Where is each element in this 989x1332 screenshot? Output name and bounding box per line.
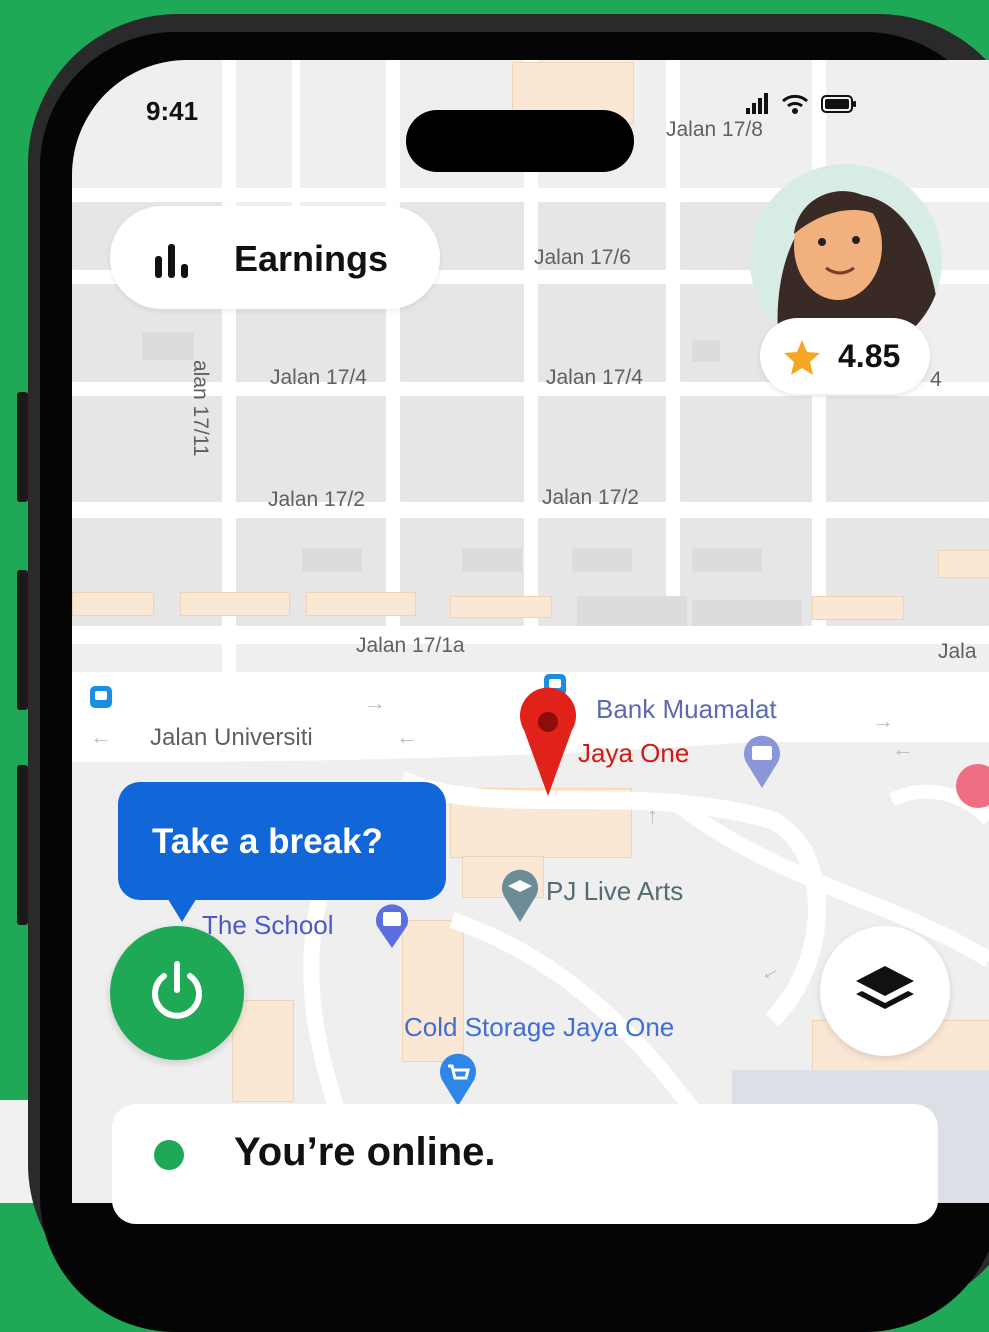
poi-label-school[interactable]: The School xyxy=(202,910,334,941)
earnings-label: Earnings xyxy=(234,238,389,279)
street-label: Jalan 17/1a xyxy=(356,634,465,657)
street-label: Jalan 17/6 xyxy=(534,246,631,269)
go-offline-power-button[interactable] xyxy=(110,926,244,1060)
street-label: 4 xyxy=(930,368,942,391)
wifi-icon xyxy=(782,94,808,114)
star-icon xyxy=(784,340,820,375)
layers-icon xyxy=(856,966,914,1009)
driver-rating-value: 4.85 xyxy=(838,338,901,374)
battery-icon xyxy=(821,95,856,113)
street-label: Jala xyxy=(938,640,977,663)
cellular-signal-icon xyxy=(746,93,768,114)
one-way-arrow-icon: ← xyxy=(892,736,914,761)
dynamic-island xyxy=(406,110,634,172)
online-indicator-dot xyxy=(154,1140,184,1170)
street-label: Jalan 17/2 xyxy=(268,488,365,511)
poi-label-store[interactable]: Cold Storage Jaya One xyxy=(404,1012,674,1043)
map-layers-button[interactable] xyxy=(820,926,950,1056)
phone-volume-down-button xyxy=(17,765,28,925)
poi-label-arts[interactable]: PJ Live Arts xyxy=(546,876,683,907)
one-way-arrow-icon: ← xyxy=(90,724,112,749)
phone-side-button xyxy=(17,392,28,502)
tooltip-tail xyxy=(166,896,198,922)
driver-rating-badge[interactable]: 4.85 xyxy=(760,318,930,394)
street-label: Jalan 17/4 xyxy=(270,366,367,389)
take-break-tooltip[interactable]: Take a break? xyxy=(118,782,446,900)
cart-pin-icon[interactable] xyxy=(436,1050,480,1108)
location-pin-icon[interactable] xyxy=(518,686,578,802)
online-status-card[interactable]: You’re online. xyxy=(112,1104,938,1224)
bar-chart-icon xyxy=(155,244,188,278)
power-icon xyxy=(152,961,202,1019)
earnings-button[interactable]: Earnings xyxy=(110,206,440,309)
street-label: Jalan Universiti xyxy=(150,724,313,751)
status-time: 9:41 xyxy=(146,96,199,126)
tooltip-text: Take a break? xyxy=(152,822,383,861)
one-way-arrow-icon: → xyxy=(636,806,661,828)
poi-label-pin[interactable]: Jaya One xyxy=(578,738,689,769)
street-label: Jalan 17/2 xyxy=(542,486,639,509)
shopping-pin-icon[interactable] xyxy=(372,898,412,950)
bank-pin-icon[interactable] xyxy=(740,732,784,790)
phone-volume-up-button xyxy=(17,570,28,710)
street-label: Jalan 17/4 xyxy=(546,366,643,389)
status-icons xyxy=(745,92,857,116)
street-label: Jalan 17/8 xyxy=(666,118,763,141)
one-way-arrow-icon: → xyxy=(872,708,894,733)
one-way-arrow-icon: ← xyxy=(396,724,418,749)
bus-stop-icon[interactable] xyxy=(90,686,112,708)
school-pin-icon[interactable] xyxy=(498,866,542,924)
poi-label-bank[interactable]: Bank Muamalat xyxy=(596,694,777,725)
one-way-arrow-icon: → xyxy=(364,690,386,715)
online-status-text: You’re online. xyxy=(234,1130,496,1174)
street-label: alan 17/11 xyxy=(189,360,212,457)
